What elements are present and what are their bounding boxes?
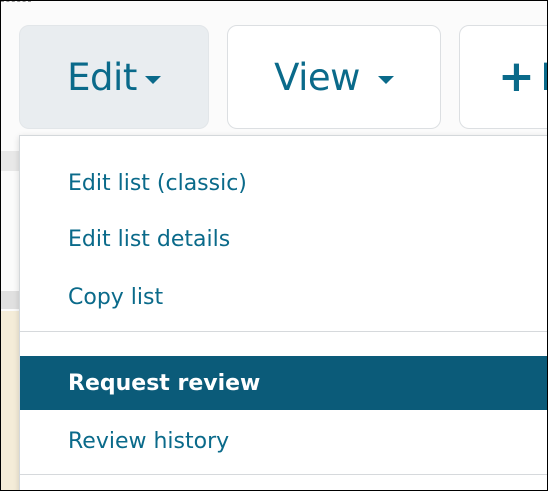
new-button-label: N bbox=[540, 56, 547, 99]
view-button-label: View bbox=[274, 55, 360, 99]
menu-item-copy-list[interactable]: Copy list bbox=[20, 270, 547, 324]
edit-dropdown-button[interactable]: Edit bbox=[19, 25, 209, 129]
menu-item-request-review[interactable]: Request review bbox=[20, 356, 547, 410]
menu-item-label: Edit list details bbox=[68, 226, 231, 252]
top-left-decoration bbox=[1, 1, 31, 10]
menu-divider bbox=[20, 331, 547, 332]
menu-item-review-history[interactable]: Review history bbox=[20, 414, 547, 468]
background-strip bbox=[1, 151, 19, 171]
menu-item-label: Review history bbox=[68, 428, 230, 454]
plus-icon: + bbox=[498, 51, 535, 102]
menu-item-edit-list-classic[interactable]: Edit list (classic) bbox=[20, 156, 547, 210]
menu-divider bbox=[20, 474, 547, 475]
view-dropdown-button[interactable]: View bbox=[227, 25, 441, 129]
caret-down-icon bbox=[377, 76, 394, 84]
background-strip bbox=[1, 311, 19, 490]
menu-item-edit-list-details[interactable]: Edit list details bbox=[20, 212, 547, 266]
menu-item-label: Copy list bbox=[68, 284, 164, 310]
caret-down-icon bbox=[144, 76, 161, 84]
screenshot-frame: Edit View + N Edit list (classic) Edit l… bbox=[0, 0, 548, 491]
edit-button-label: Edit bbox=[67, 55, 137, 99]
menu-item-label: Request review bbox=[68, 370, 261, 396]
menu-item-label: Edit list (classic) bbox=[68, 170, 247, 196]
background-strip bbox=[1, 291, 19, 309]
new-button[interactable]: + N bbox=[459, 25, 547, 129]
edit-dropdown-menu: Edit list (classic) Edit list details Co… bbox=[19, 135, 547, 490]
